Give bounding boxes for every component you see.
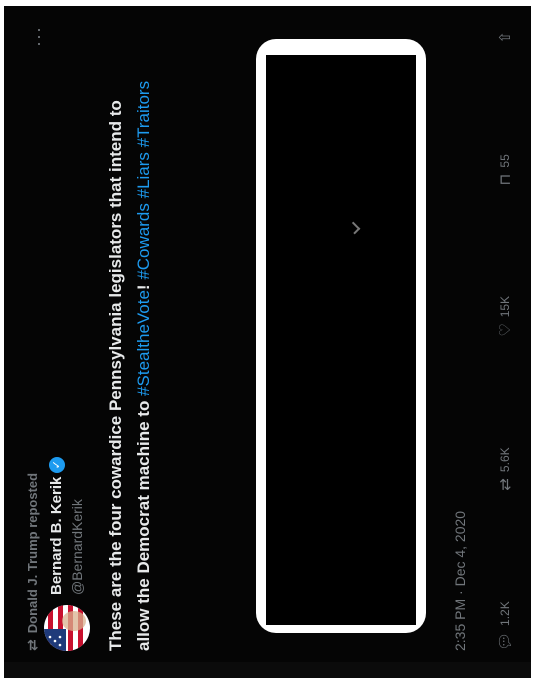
hashtag-link[interactable]: #Cowards xyxy=(134,203,153,280)
tweet-punctuation: ! xyxy=(134,279,153,291)
tweet-card: ⇄ Donald J. Trump reposted Bernard B. Ke… xyxy=(4,6,531,678)
hashtag-link[interactable]: #Liars xyxy=(134,152,153,198)
more-options-icon[interactable]: ··· xyxy=(28,26,49,47)
repost-icon: ⇄ xyxy=(24,639,40,651)
screen-bottom-edge xyxy=(4,662,531,678)
like-button[interactable]: ♡ 15K xyxy=(496,296,514,337)
like-count: 15K xyxy=(498,295,512,318)
share-icon: ⇧ xyxy=(497,31,514,44)
tweet-space xyxy=(134,147,153,152)
bookmark-button[interactable]: ⊓ 55 xyxy=(496,154,514,185)
author-name-text: Bernard B. Kerik xyxy=(48,476,65,595)
action-bar: 💬︎ 1.2K ⇄ 5.6K ♡ 15K ⊓ 55 ⇧ xyxy=(496,31,514,651)
repost-label: Donald J. Trump reposted xyxy=(25,472,40,634)
author-handle[interactable]: @BernardKerik xyxy=(69,457,85,595)
share-button[interactable]: ⇧ xyxy=(496,31,514,44)
verified-badge-icon: ✓ xyxy=(48,456,65,473)
media-redacted-image xyxy=(266,55,416,625)
reply-button[interactable]: 💬︎ 1.2K xyxy=(496,601,514,651)
repost-button[interactable]: ⇄ 5.6K xyxy=(496,447,514,490)
repost-count: 5.6K xyxy=(498,447,512,473)
repost-icon: ⇄ xyxy=(497,478,514,491)
heart-icon: ♡ xyxy=(497,323,514,337)
hashtag-link[interactable]: #Traitors xyxy=(134,81,153,147)
repost-indicator: ⇄ Donald J. Trump reposted xyxy=(24,473,41,651)
tweet-media[interactable] xyxy=(256,39,426,633)
screen-frame: ⇄ Donald J. Trump reposted Bernard B. Ke… xyxy=(4,6,531,678)
tweet-space xyxy=(134,198,153,203)
reply-icon: 💬︎ xyxy=(497,631,514,651)
hashtag-link[interactable]: #StealtheVote xyxy=(134,290,153,396)
author-info[interactable]: Bernard B. Kerik ✓ @BernardKerik xyxy=(48,456,85,595)
reply-count: 1.2K xyxy=(498,601,512,626)
tweet-text: These are the four cowardice Pennsylvani… xyxy=(102,61,158,651)
author-display-name[interactable]: Bernard B. Kerik ✓ xyxy=(48,456,65,595)
bookmark-icon: ⊓ xyxy=(497,173,514,186)
bookmark-count: 55 xyxy=(498,154,512,168)
avatar[interactable] xyxy=(44,605,90,651)
tweet-timestamp[interactable]: 2:35 PM · Dec 4, 2020 xyxy=(452,511,468,651)
avatar-flag-image xyxy=(44,605,90,651)
